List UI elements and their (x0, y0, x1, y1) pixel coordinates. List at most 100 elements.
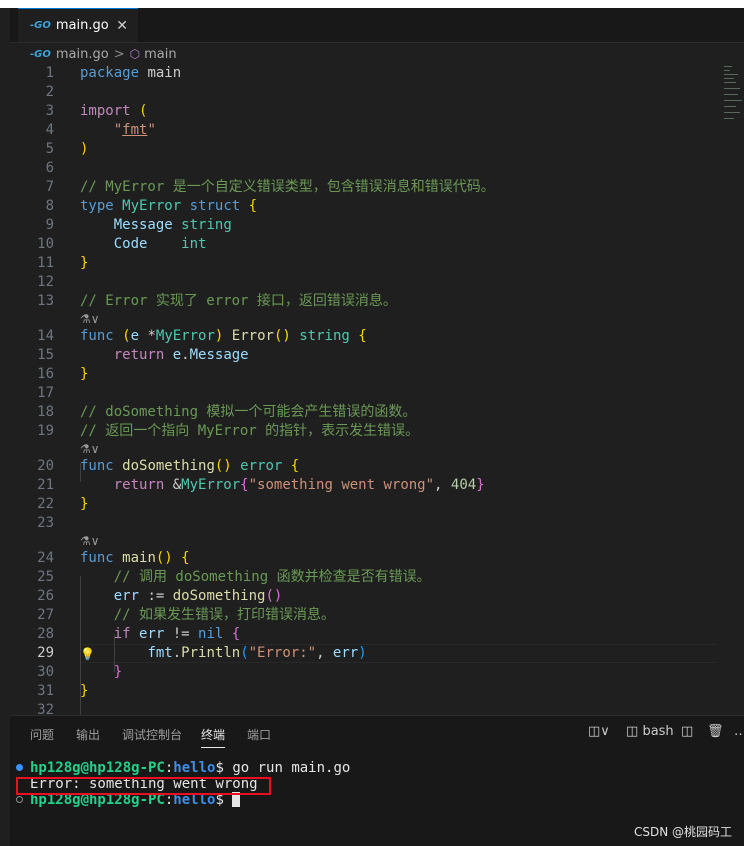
line-number: 1 (45, 65, 54, 81)
code-line[interactable]: 9 Message string (10, 216, 730, 235)
code-line[interactable]: 26 err := doSomething() (10, 587, 730, 606)
code-line[interactable]: 31} (10, 682, 730, 701)
code-line[interactable]: 13 // Error 实现了 error 接口，返回错误消息。 (10, 292, 730, 311)
line-number: 4 (45, 122, 54, 138)
line-number: 11 (37, 255, 54, 271)
top-strip (0, 0, 744, 8)
line-number: 7 (45, 179, 54, 195)
tab-debug-console[interactable]: 调试控制台 (122, 726, 182, 743)
watermark: CSDN @桃园码工 (633, 825, 732, 839)
terminal-icon: ◫ (626, 724, 639, 739)
code-line[interactable]: 30 } (10, 663, 730, 682)
line-number: 13 (37, 293, 54, 309)
breadcrumb-file[interactable]: main.go (56, 47, 109, 62)
cube-icon: ⬡ (129, 47, 141, 61)
code-line[interactable]: 3 import ( (10, 102, 730, 121)
codelens[interactable]: ⚗∨ (10, 533, 730, 549)
code-text: func (e *MyError) Error() string { (80, 328, 367, 344)
line-number: 3 (45, 103, 54, 119)
tab-label: main.go (55, 18, 109, 33)
code-editor[interactable]: 1 package main 2 3 import (4 "fmt" 5) 6 7// MyE… (10, 64, 744, 715)
breadcrumb-symbol[interactable]: main (144, 47, 176, 62)
tab-output[interactable]: 输出 (76, 726, 100, 743)
split-terminal-icon[interactable]: ◫∨ (588, 724, 610, 739)
code-line[interactable]: 💡 29 fmt.Println("Error:", err) (10, 644, 730, 663)
codelens-icon[interactable]: ⚗∨ (80, 533, 100, 549)
line-number: 2 (45, 84, 54, 100)
code-text: if err != nil { (113, 626, 241, 642)
code-line[interactable]: 24 func main() { (10, 549, 730, 568)
code-line[interactable]: 28 if err != nil { (10, 625, 730, 644)
code-text: // 调用 doSomething 函数并检查是否有错误。 (113, 569, 431, 585)
tab-problems[interactable]: 问题 (30, 726, 54, 743)
indent-guide (80, 463, 81, 482)
code-line[interactable]: 18 // doSomething 模拟一个可能会产生错误的函数。 (10, 403, 730, 422)
line-number: 19 (37, 423, 54, 439)
line-number: 22 (37, 496, 54, 512)
code-line[interactable]: 19 // 返回一个指向 MyError 的指针，表示发生错误。 (10, 422, 730, 441)
code-text: type MyError struct { (80, 198, 258, 214)
code-line[interactable]: 4 "fmt" (10, 121, 730, 140)
line-number: 31 (37, 683, 54, 699)
codelens-icon[interactable]: ⚗∨ (80, 311, 100, 327)
command-decoration-icon[interactable] (16, 796, 23, 803)
terminal-text: hp128g@hp128g-PC:hello$ go run main.go (30, 760, 351, 776)
minimap[interactable] (724, 64, 744, 144)
line-number: 17 (37, 385, 54, 401)
code-line[interactable]: 22} (10, 495, 730, 514)
code-text: func main() { (80, 550, 190, 566)
tab-main-go[interactable]: -GO main.go ✕ (18, 8, 138, 42)
line-number: 10 (37, 236, 54, 252)
code-lines: 1 package main 2 3 import (4 "fmt" 5) 6 7// MyE… (10, 64, 730, 715)
code-line[interactable]: 1 package main (10, 64, 730, 83)
more-icon[interactable]: … (734, 724, 744, 739)
code-line[interactable]: 12 (10, 273, 730, 292)
code-line[interactable]: 2 (10, 83, 730, 102)
terminal-instance[interactable]: ◫ bash (626, 724, 674, 739)
line-number: 32 (37, 702, 54, 715)
go-file-icon: -GO (30, 48, 51, 60)
breadcrumb: -GO main.go > ⬡ main (10, 43, 744, 65)
code-text: func doSomething() error { (80, 458, 300, 474)
trash-icon[interactable]: 🗑 (707, 724, 724, 739)
line-number: 16 (37, 366, 54, 382)
tab-ports[interactable]: 端口 (247, 726, 271, 743)
codelens[interactable]: ⚗∨ (10, 311, 730, 327)
code-line[interactable]: 14 func (e *MyError) Error() string { (10, 327, 730, 346)
code-line[interactable]: 15 return e.Message (10, 346, 730, 365)
code-line[interactable]: 16} (10, 365, 730, 384)
code-line[interactable]: 21 return &MyError{"something went wrong… (10, 476, 730, 495)
code-line[interactable]: 6 (10, 159, 730, 178)
code-line[interactable]: 25 // 调用 doSomething 函数并检查是否有错误。 (10, 568, 730, 587)
code-text: ) (80, 141, 89, 157)
code-line[interactable]: 23 (10, 514, 730, 533)
code-line[interactable]: 8 type MyError struct { (10, 197, 730, 216)
code-text: Message string (113, 217, 232, 233)
indent-guide (114, 634, 115, 672)
bottom-panel: 问题 输出 调试控制台 终端 端口 ◫∨ ◫ bash ◫ 🗑 … hp128g… (10, 715, 744, 846)
split-editor-icon[interactable]: ◫ (681, 724, 693, 739)
close-icon[interactable]: ✕ (116, 18, 128, 34)
line-number: 26 (37, 588, 54, 604)
code-line[interactable]: 11} (10, 254, 730, 273)
tab-terminal[interactable]: 终端 (201, 726, 226, 748)
codelens-icon[interactable]: ⚗∨ (80, 441, 100, 457)
go-file-icon: -GO (30, 20, 51, 31)
chevron-right-icon: > (113, 46, 125, 62)
code-text: package main (80, 65, 182, 81)
codelens[interactable]: ⚗∨ (10, 441, 730, 457)
terminal-line: hp128g@hp128g-PC:hello$ go run main.go (10, 760, 744, 776)
line-number: 12 (37, 274, 54, 290)
code-line[interactable]: 10 Code int (10, 235, 730, 254)
code-line[interactable]: 7 // MyError 是一个自定义错误类型，包含错误消息和错误代码。 (10, 178, 730, 197)
code-line[interactable]: 17 (10, 384, 730, 403)
code-text: return &MyError{"something went wrong", … (113, 477, 485, 493)
code-text: "fmt" (113, 122, 156, 138)
code-line[interactable]: 20 func doSomething() error { (10, 457, 730, 476)
code-line[interactable]: 5) (10, 140, 730, 159)
line-number: 28 (37, 626, 54, 642)
code-line[interactable]: 32 (10, 701, 730, 715)
code-line[interactable]: 27 // 如果发生错误，打印错误消息。 (10, 606, 730, 625)
command-decoration-icon[interactable] (16, 764, 23, 771)
line-number: 6 (45, 160, 54, 176)
